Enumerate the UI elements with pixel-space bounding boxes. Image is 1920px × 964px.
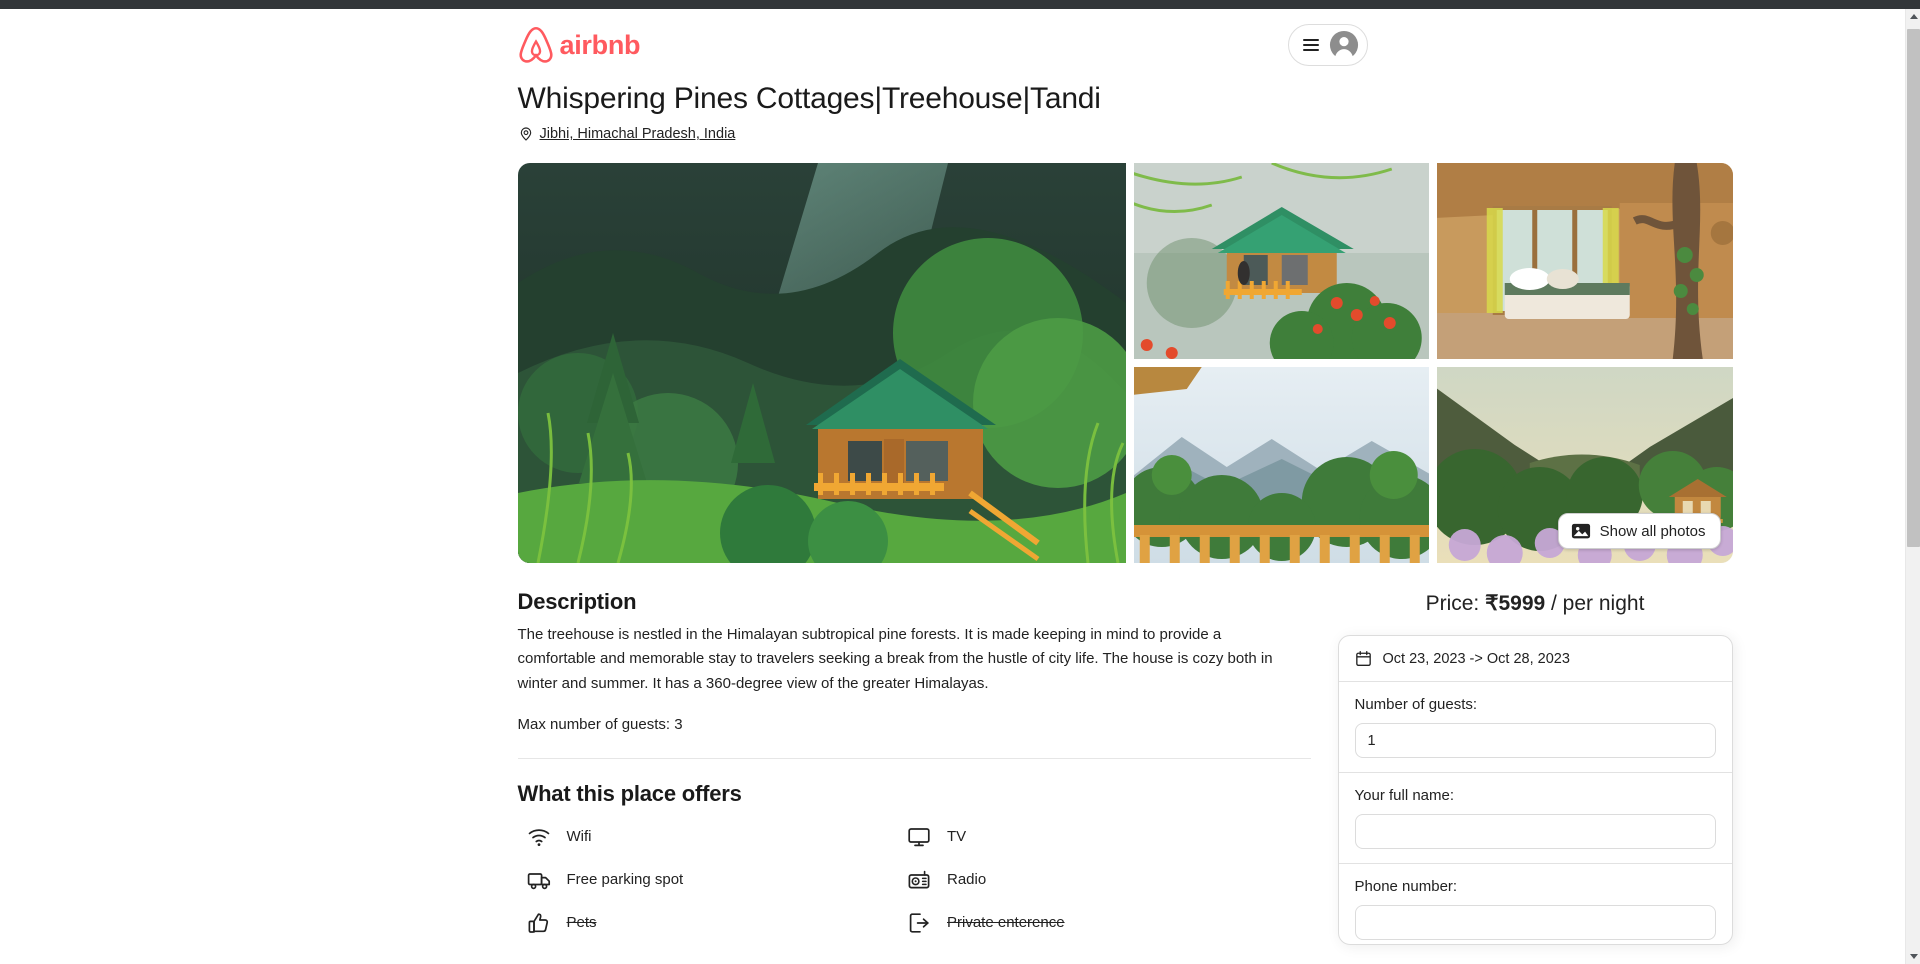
- price-amount: ₹5999: [1485, 592, 1546, 615]
- show-all-photos-label: Show all photos: [1599, 522, 1706, 540]
- amenity-label: Pets: [566, 914, 597, 932]
- user-avatar-icon[interactable]: [1329, 30, 1359, 60]
- private-entrance-icon: [907, 911, 931, 935]
- thumbs-up-icon: [527, 911, 551, 935]
- amenity-label: Private enterence: [947, 914, 1065, 932]
- photo-gallery: Show all photos: [517, 163, 1733, 563]
- scrollbar-thumb[interactable]: [1907, 29, 1920, 547]
- booking-form: Oct 23, 2023 -> Oct 28, 2023 Number of g…: [1337, 635, 1733, 945]
- page-viewport: airbnb Whispering Pines Cottages|Treehou…: [0, 9, 1905, 964]
- amenity-label: Radio: [947, 871, 987, 889]
- listing-body: Description The treehouse is nestled in …: [517, 589, 1733, 945]
- parking-truck-icon: [527, 868, 551, 892]
- gallery-photo-3[interactable]: [1437, 163, 1733, 359]
- calendar-icon: [1355, 650, 1372, 667]
- guests-label: Number of guests:: [1354, 696, 1478, 713]
- phone-input[interactable]: [1354, 905, 1716, 940]
- page-scrollbar[interactable]: [1905, 9, 1920, 964]
- tv-icon: [907, 825, 931, 849]
- phone-field-block: Phone number:: [1338, 863, 1732, 944]
- booking-column: Price: ₹5999 / per night Oct 23, 2023 ->…: [1337, 589, 1733, 945]
- description-heading: Description: [517, 589, 637, 614]
- listing-location[interactable]: Jibhi, Himachal Pradesh, India: [518, 126, 736, 142]
- amenity-wifi: Wifi: [527, 825, 908, 849]
- hamburger-icon[interactable]: [1302, 39, 1319, 51]
- amenities-heading: What this place offers: [517, 780, 742, 806]
- airbnb-wordmark: airbnb: [559, 29, 641, 60]
- price-suffix: / per night: [1545, 592, 1645, 615]
- scrollbar-up-arrow[interactable]: [1906, 9, 1920, 24]
- price-prefix: Price:: [1425, 592, 1486, 615]
- listing-heading-block: Whispering Pines Cottages|Treehouse|Tand…: [174, 81, 1732, 147]
- photos-icon: [1571, 522, 1591, 540]
- show-all-photos-button[interactable]: Show all photos: [1557, 513, 1721, 549]
- guests-input[interactable]: [1354, 723, 1716, 758]
- browser-chrome-bar: [0, 0, 1920, 9]
- amenity-private-enterence: Private enterence: [907, 911, 1288, 935]
- section-divider: [517, 757, 1311, 759]
- price-line: Price: ₹5999 / per night: [1338, 591, 1733, 616]
- site-header: airbnb: [174, 9, 1732, 81]
- amenity-label: Free parking spot: [566, 871, 684, 889]
- nav-user-menu-button[interactable]: [1287, 24, 1368, 66]
- fullname-field-block: Your full name:: [1338, 772, 1732, 853]
- radio-icon: [907, 868, 931, 892]
- date-range-picker[interactable]: Oct 23, 2023 -> Oct 28, 2023: [1338, 636, 1732, 682]
- amenity-tv: TV: [907, 825, 1288, 849]
- page-content: airbnb Whispering Pines Cottages|Treehou…: [174, 9, 1733, 945]
- amenity-label: TV: [947, 828, 967, 846]
- amenity-label: Wifi: [566, 828, 592, 846]
- airbnb-logo[interactable]: airbnb: [518, 26, 641, 64]
- date-range-label: Oct 23, 2023 -> Oct 28, 2023: [1382, 650, 1570, 667]
- amenity-pets: Pets: [527, 911, 908, 935]
- gallery-photo-4[interactable]: [1133, 367, 1429, 563]
- listing-details-column: Description The treehouse is nestled in …: [517, 589, 1311, 935]
- booking-card: Price: ₹5999 / per night Oct 23, 2023 ->…: [1337, 589, 1733, 945]
- fullname-label: Your full name:: [1354, 787, 1455, 804]
- listing-location-label: Jibhi, Himachal Pradesh, India: [539, 126, 736, 142]
- amenity-radio: Radio: [907, 868, 1288, 892]
- gallery-photo-2[interactable]: [1133, 163, 1429, 359]
- amenity-free-parking-spot: Free parking spot: [527, 868, 908, 892]
- map-pin-icon: [518, 126, 534, 142]
- fullname-input[interactable]: [1354, 814, 1716, 849]
- scrollbar-down-arrow[interactable]: [1906, 949, 1920, 964]
- description-text: The treehouse is nestled in the Himalaya…: [517, 626, 1273, 692]
- guests-field-block: Number of guests:: [1339, 682, 1732, 762]
- page-title: Whispering Pines Cottages|Treehouse|Tand…: [517, 82, 1101, 115]
- airbnb-bel-icon: [518, 26, 554, 64]
- max-guests-text: Max number of guests: 3: [517, 715, 683, 733]
- amenities-grid: Wifi TV Free parking spot Radio Pets Pri…: [518, 825, 1288, 935]
- phone-label: Phone number:: [1354, 878, 1458, 895]
- wifi-icon: [527, 825, 551, 849]
- gallery-photo-main[interactable]: [517, 163, 1126, 563]
